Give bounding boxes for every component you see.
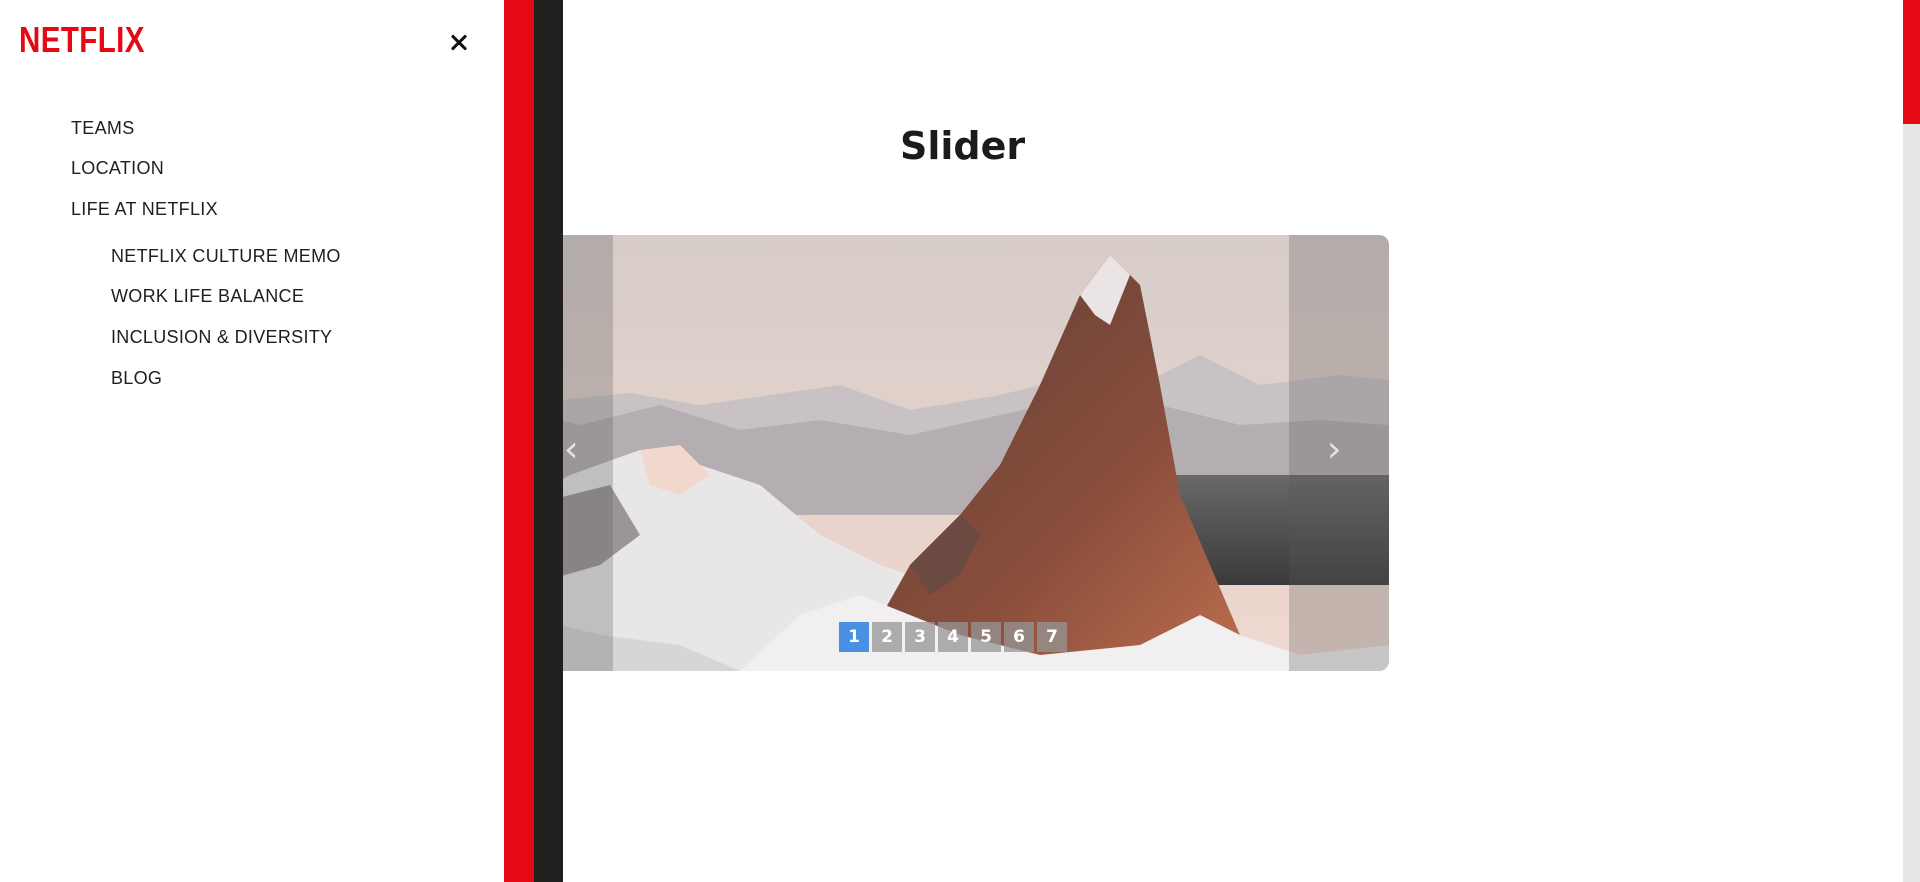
close-icon[interactable] [446,28,474,56]
slider-page-7[interactable]: 7 [1037,622,1067,652]
nav-subitem-culture-memo[interactable]: NETFLIX CULTURE MEMO [111,246,341,267]
nav-subitem-inclusion-diversity[interactable]: INCLUSION & DIVERSITY [111,327,332,348]
netflix-logo[interactable]: NETFLIX [19,22,145,58]
nav-item-life-at-netflix[interactable]: LIFE AT NETFLIX [71,199,218,220]
slider-page-2[interactable]: 2 [872,622,902,652]
image-slider[interactable]: ‹ › 1 2 3 4 5 6 7 [440,235,1389,671]
chevron-right-icon: › [1327,429,1342,470]
accent-stripe-red [504,0,534,882]
nav-item-teams[interactable]: TEAMS [71,118,135,139]
scrollbar-thumb[interactable] [1903,0,1920,124]
slider-page-3[interactable]: 3 [905,622,935,652]
page-title: Slider [900,124,1026,168]
page-scrollbar[interactable] [1903,0,1920,882]
slider-page-5[interactable]: 5 [971,622,1001,652]
side-drawer: NETFLIX TEAMS LOCATION LIFE AT NETFLIX N… [0,0,504,882]
chevron-left-icon: ‹ [564,429,579,470]
slider-page-6[interactable]: 6 [1004,622,1034,652]
slider-page-4[interactable]: 4 [938,622,968,652]
nav-subitem-work-life-balance[interactable]: WORK LIFE BALANCE [111,286,304,307]
slider-next-button[interactable]: › [1289,235,1389,671]
slider-pagination: 1 2 3 4 5 6 7 [839,622,1067,652]
nav-subitem-blog[interactable]: BLOG [111,368,162,389]
nav-item-location[interactable]: LOCATION [71,158,164,179]
slider-page-1[interactable]: 1 [839,622,869,652]
accent-stripe-dark [534,0,563,882]
